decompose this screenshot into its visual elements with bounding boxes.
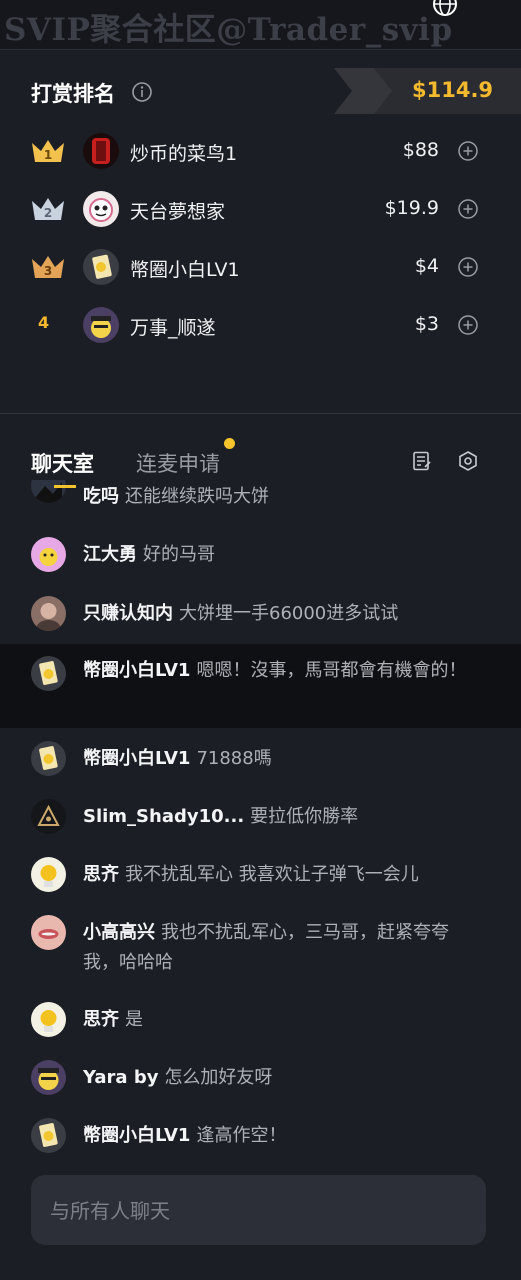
rank-number: 4: [38, 313, 50, 332]
message-content: 要拉低你勝率: [250, 806, 359, 827]
chat-message: 思齐 我不扰乱军心 我喜欢让子弹飞一会儿: [0, 855, 521, 895]
message-text: 小高高兴 我也不扰乱军心，三马哥，赶紧夸夸我，哈哈哈: [83, 918, 483, 978]
message-content: 嗯嗯！沒事，馬哥都會有機會的！: [196, 660, 467, 681]
crown-bronze-icon: 3: [32, 256, 64, 278]
rank-total-value: $114.9: [412, 78, 494, 102]
rank-total-tag: $114.9: [334, 68, 521, 114]
message-user: Yara by: [83, 1067, 159, 1088]
message-text: 思齐是: [83, 1005, 483, 1035]
top-bar: SVIP聚合社区@Trader_svip: [0, 0, 521, 50]
tab-chat-room[interactable]: 聊天室: [31, 448, 94, 478]
rank-name: 万事_顺遂: [130, 317, 216, 339]
avatar[interactable]: [31, 741, 66, 776]
crown-gold-icon: 1: [32, 140, 64, 162]
chat-message: 只赚认知内 大饼埋一手66000进多试试: [0, 594, 521, 634]
message-user: 吃吗: [83, 486, 119, 507]
avatar[interactable]: [31, 480, 66, 503]
message-user: 只赚认知内: [83, 603, 173, 624]
rank-row[interactable]: 2 天台夢想家 $19.9: [0, 185, 521, 241]
message-user: 幣圈小白LV1: [83, 660, 191, 681]
message-text: Slim_Shady10... 要拉低你勝率: [83, 802, 483, 832]
crown-silver-icon: 2: [32, 198, 64, 220]
chat-message: 幣圈小白LV1 逢高作空！: [0, 1116, 521, 1156]
message-user: 幣圈小白LV1: [83, 1125, 191, 1146]
message-text: 幣圈小白LV1 嗯嗯！沒事，馬哥都會有機會的！: [83, 656, 483, 686]
chat-message: 思齐是: [0, 1000, 521, 1040]
rank-number: 3: [44, 264, 52, 278]
message-user: 思齐: [83, 864, 119, 885]
rank-amount: $4: [414, 255, 439, 277]
avatar[interactable]: [31, 1060, 66, 1095]
avatar[interactable]: [83, 133, 119, 169]
notes-icon[interactable]: [411, 450, 433, 472]
message-user: Slim_Shady10...: [83, 806, 245, 827]
avatar[interactable]: [31, 596, 66, 631]
message-text: 思齐 我不扰乱军心 我喜欢让子弹飞一会儿: [83, 860, 483, 890]
add-circle-icon[interactable]: [457, 198, 479, 220]
avatar[interactable]: [83, 307, 119, 343]
message-text: 江大勇 好的马哥: [83, 540, 483, 570]
message-text: 吃吗 还能继续跌吗大饼: [83, 482, 483, 512]
avatar[interactable]: [31, 1118, 66, 1153]
rank-row[interactable]: 4 万事_顺遂 $3: [0, 301, 521, 357]
chat-message: 吃吗 还能继续跌吗大饼: [0, 480, 521, 516]
rank-name: 天台夢想家: [130, 201, 226, 223]
info-icon[interactable]: [131, 81, 153, 103]
chat-message: 小高高兴 我也不扰乱军心，三马哥，赶紧夸夸我，哈哈哈: [0, 913, 521, 983]
notification-dot: [224, 438, 235, 449]
message-content: 71888嗎: [196, 748, 272, 769]
message-user: 幣圈小白LV1: [83, 748, 191, 769]
rank-header: 打赏排名 $114.9: [0, 68, 521, 116]
settings-hex-icon[interactable]: [457, 450, 479, 472]
chat-message: Slim_Shady10... 要拉低你勝率: [0, 797, 521, 837]
chat-list[interactable]: 吃吗 还能继续跌吗大饼 江大勇 好的马哥 只赚认知内 大饼埋一手66000进多试试 幣…: [0, 480, 521, 1170]
chat-message: 江大勇 好的马哥: [0, 535, 521, 575]
avatar[interactable]: [31, 857, 66, 892]
message-user: 江大勇: [83, 544, 137, 565]
chat-input-placeholder: 与所有人聊天: [50, 1199, 170, 1223]
message-content: 还能继续跌吗大饼: [125, 486, 269, 507]
rank-name: 幣圈小白LV1: [130, 259, 240, 281]
rank-amount: $3: [414, 313, 439, 335]
message-content: 逢高作空！: [196, 1125, 287, 1146]
rank-row[interactable]: 1 炒币的菜鸟1 $88: [0, 127, 521, 183]
message-text: 幣圈小白LV1 逢高作空！: [83, 1121, 483, 1151]
message-content: 怎么加好友呀: [164, 1067, 273, 1088]
message-content: 大饼埋一手66000进多试试: [179, 603, 399, 624]
chat-input[interactable]: 与所有人聊天: [31, 1175, 486, 1245]
add-circle-icon[interactable]: [457, 314, 479, 336]
watermark: SVIP聚合社区@Trader_svip: [4, 12, 453, 48]
chat-message: 幣圈小白LV1 71888嗎: [0, 739, 521, 779]
message-content: 好的马哥: [143, 544, 215, 565]
message-user: 思齐: [83, 1009, 119, 1030]
add-circle-icon[interactable]: [457, 140, 479, 162]
message-text: 只赚认知内 大饼埋一手66000进多试试: [83, 599, 483, 629]
section-divider: [0, 413, 521, 414]
message-content: 我不扰乱军心 我喜欢让子弹飞一会儿: [125, 864, 419, 885]
message-text: Yara by 怎么加好友呀: [83, 1063, 483, 1093]
message-content: 是: [125, 1009, 143, 1030]
rank-row[interactable]: 3 幣圈小白LV1 $4: [0, 243, 521, 299]
rank-amount: $19.9: [384, 197, 439, 219]
tab-mic-requests[interactable]: 连麦申请: [136, 448, 220, 478]
level-bar: [54, 485, 76, 488]
avatar[interactable]: [31, 915, 66, 950]
rank-name: 炒币的菜鸟1: [130, 143, 238, 165]
avatar[interactable]: [83, 191, 119, 227]
rank-title: 打赏排名: [31, 82, 115, 106]
avatar[interactable]: [31, 537, 66, 572]
rank-amount: $88: [402, 139, 439, 161]
rank-number: 1: [44, 148, 52, 162]
avatar[interactable]: [31, 799, 66, 834]
avatar[interactable]: [31, 656, 66, 691]
message-user: 小高高兴: [83, 922, 155, 943]
avatar[interactable]: [83, 249, 119, 285]
rank-number: 2: [44, 206, 52, 220]
avatar[interactable]: [31, 1002, 66, 1037]
message-text: 幣圈小白LV1 71888嗎: [83, 744, 483, 774]
add-circle-icon[interactable]: [457, 256, 479, 278]
chat-message: Yara by 怎么加好友呀: [0, 1058, 521, 1098]
chat-message: 幣圈小白LV1 嗯嗯！沒事，馬哥都會有機會的！: [0, 644, 521, 728]
globe-icon[interactable]: [430, 0, 460, 18]
